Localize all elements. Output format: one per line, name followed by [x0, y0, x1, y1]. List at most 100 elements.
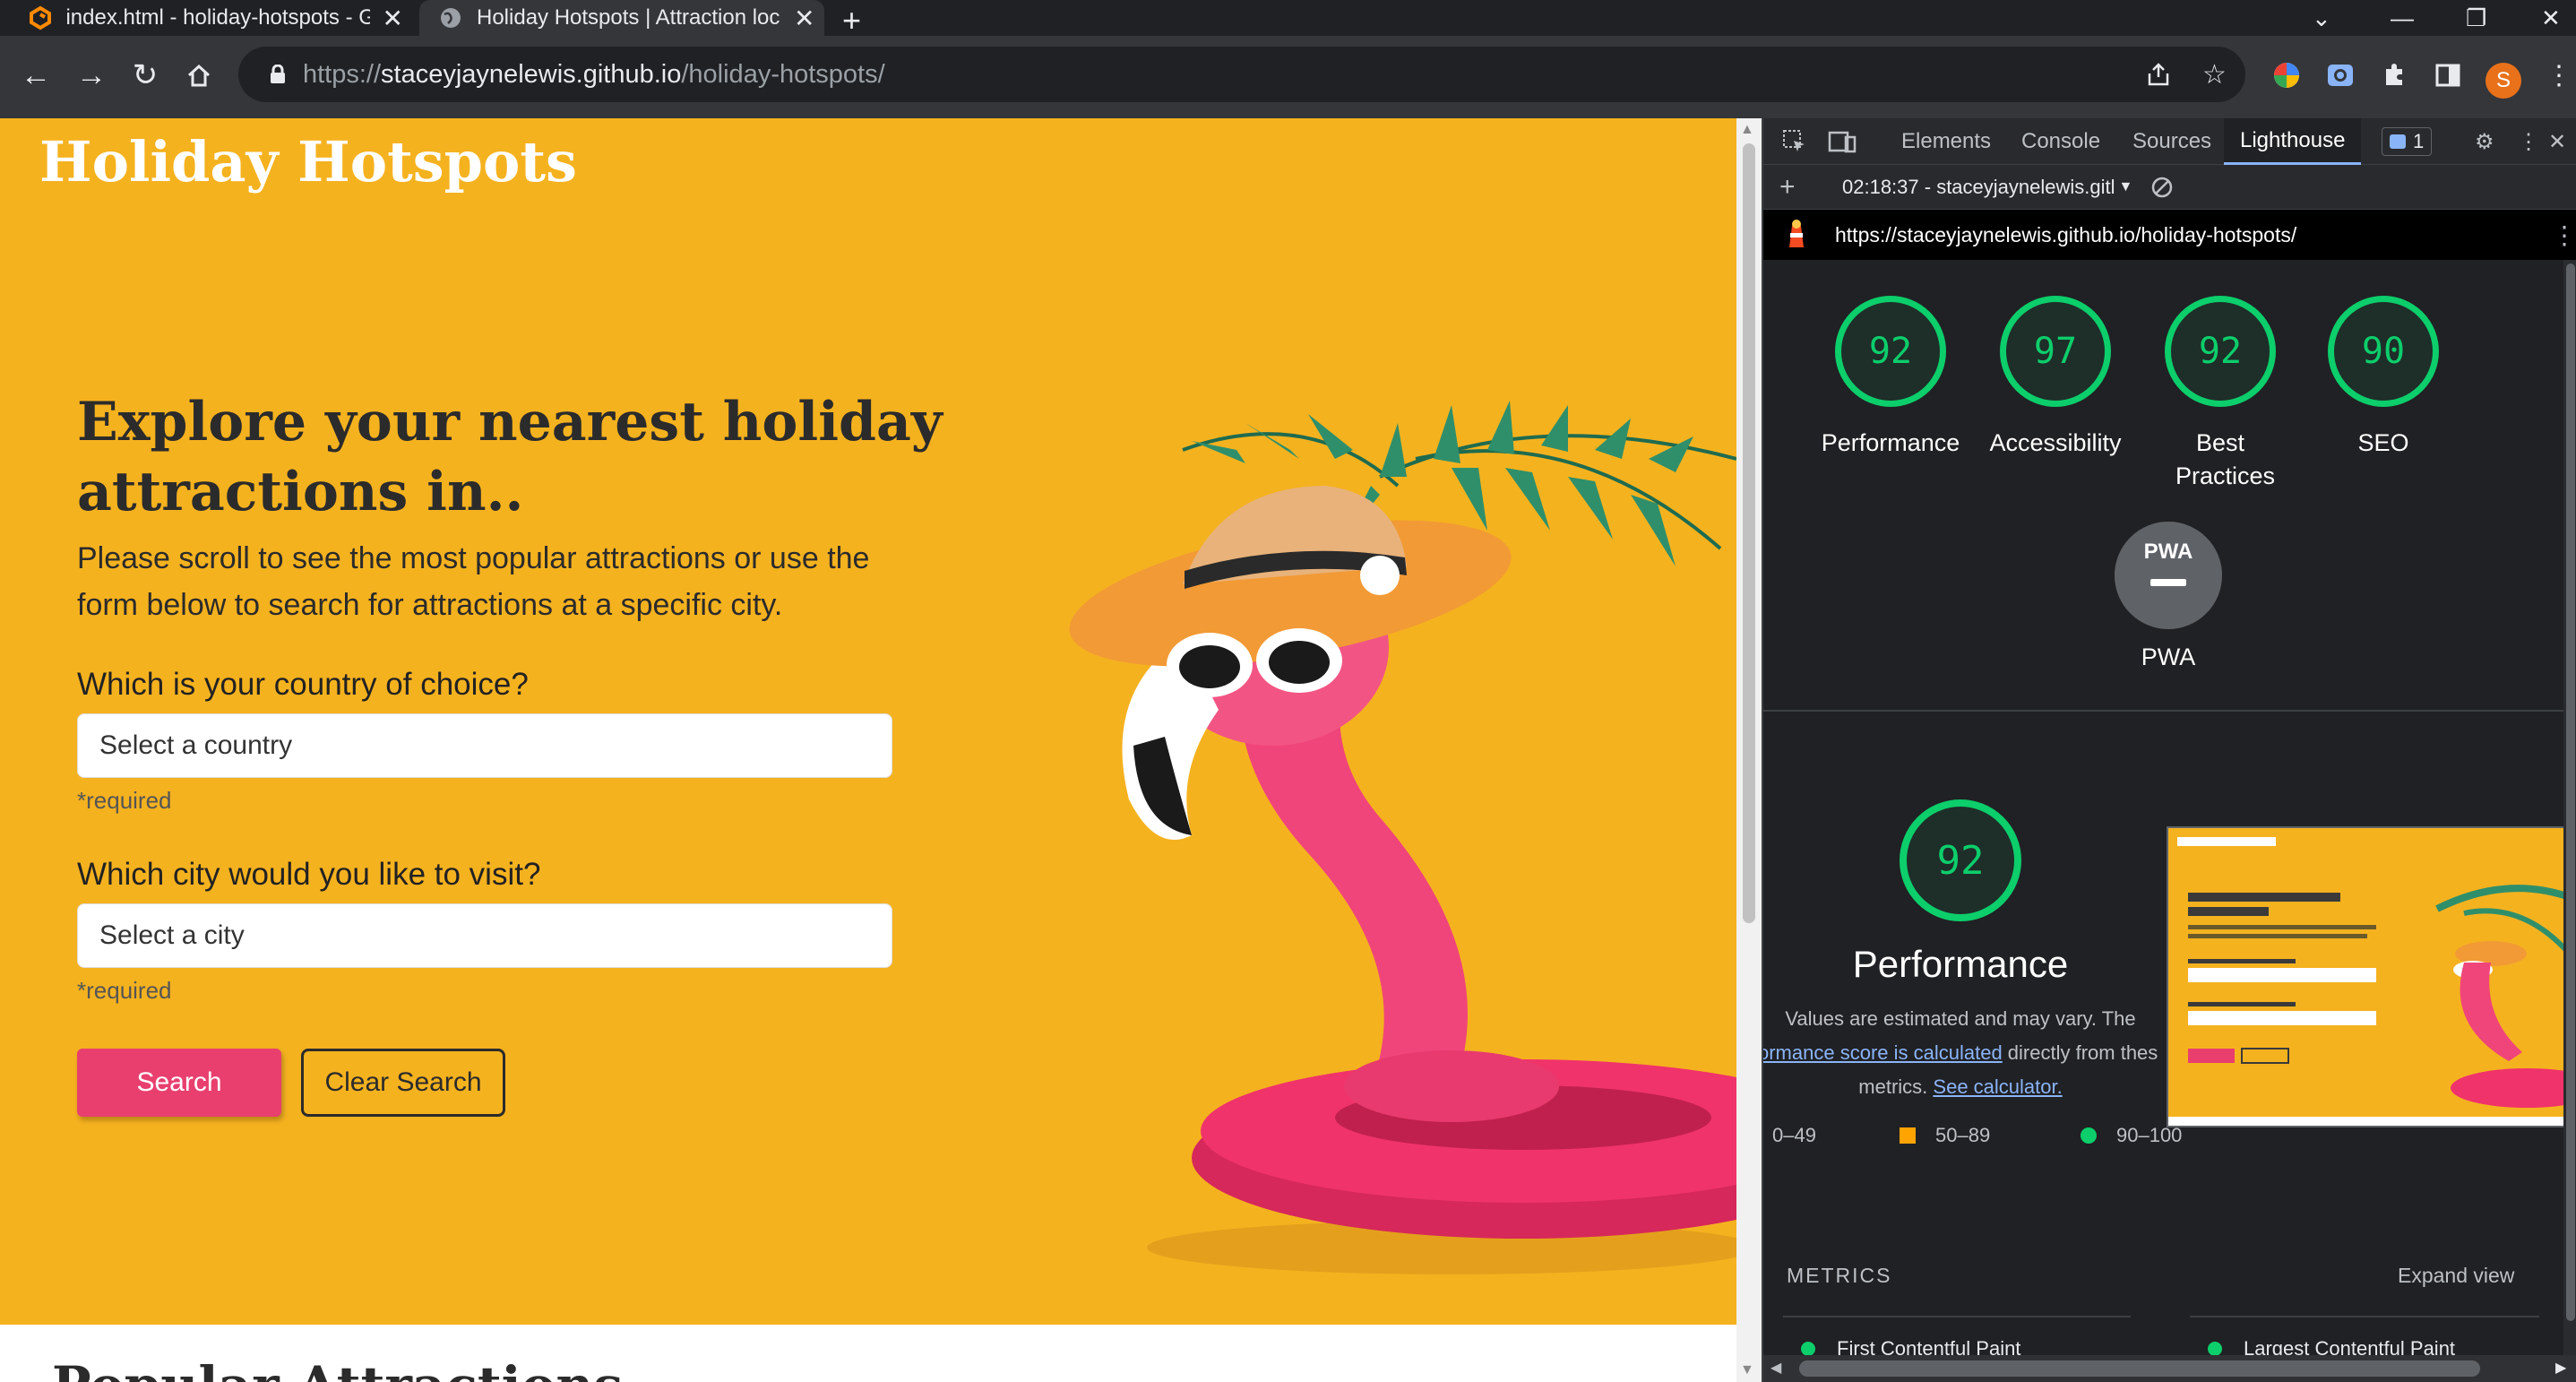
screenshot-preview-image [2168, 828, 2573, 1126]
clear-search-button[interactable]: Clear Search [301, 1049, 505, 1117]
color-extension-icon[interactable] [2267, 56, 2306, 95]
performance-title: Performance [1852, 943, 2069, 985]
search-button[interactable]: Search [77, 1049, 281, 1117]
scroll-up-icon[interactable]: ▲ [1740, 122, 1754, 138]
hero-intro: Please scroll to see the most popular at… [77, 541, 870, 622]
side-panel-icon[interactable] [2428, 56, 2468, 95]
lighthouse-logo-icon [1783, 219, 1810, 255]
report-menu-icon[interactable]: ⋮ [2552, 220, 2576, 250]
clear-reports-icon[interactable] [2150, 165, 2174, 210]
city-select[interactable]: Select a city [77, 903, 892, 968]
new-report-icon[interactable]: + [1779, 165, 1796, 210]
tab-sources[interactable]: Sources [2132, 118, 2211, 165]
dropdown-arrow-icon: ▼ [2118, 179, 2133, 194]
horizontal-scrollbar-thumb[interactable] [1799, 1360, 2480, 1377]
scroll-left-icon[interactable]: ◀ [1770, 1359, 1781, 1377]
close-devtools-icon[interactable]: ✕ [2548, 118, 2566, 165]
close-tab-icon[interactable]: ✕ [794, 4, 814, 33]
scroll-right-icon[interactable]: ▶ [2555, 1359, 2566, 1377]
gauge-seo[interactable]: 90 SEO [2312, 296, 2455, 460]
back-icon[interactable]: ← [16, 56, 56, 95]
legend-fail: 0–49 [1772, 1124, 1816, 1147]
url-text: https://staceyjaynelewis.github.io/holid… [303, 59, 885, 89]
country-select[interactable]: Select a country [77, 713, 892, 778]
see-calculator-link[interactable]: See calculator. [1933, 1075, 2062, 1098]
gauge-performance[interactable]: 92 Performance [1819, 296, 1962, 460]
pass-dot-icon [1801, 1342, 1815, 1356]
inspect-element-icon[interactable] [1781, 118, 1808, 165]
tab-title: Holiday Hotspots | Attraction loc [477, 5, 780, 30]
lighthouse-report-header: https://staceyjaynelewis.github.io/holid… [1763, 210, 2576, 260]
country-select-value: Select a country [99, 730, 293, 760]
address-bar[interactable]: https://staceyjaynelewis.github.io/holid… [238, 47, 2245, 102]
device-toolbar-icon[interactable] [1828, 118, 1857, 165]
page-scrollbar-thumb[interactable] [1743, 143, 1755, 923]
devtools-scrollbar-thumb[interactable] [2566, 263, 2575, 1321]
screen-capture-icon[interactable] [2321, 56, 2360, 95]
message-icon [2390, 134, 2406, 149]
score-ring: 90 [2328, 296, 2439, 407]
extensions-puzzle-icon[interactable] [2374, 56, 2414, 95]
report-url-link[interactable]: https://staceyjaynelewis.github.io/holid… [1835, 223, 2296, 247]
bookmark-star-icon[interactable]: ☆ [2202, 47, 2227, 102]
page-scrollbar[interactable]: ▲ ▼ [1736, 118, 1762, 1382]
gauge-accessibility[interactable]: 97 Accessibility [1984, 296, 2127, 460]
scroll-down-icon[interactable]: ▼ [1740, 1362, 1754, 1378]
issues-badge[interactable]: 1 [2382, 118, 2433, 165]
chrome-menu-icon[interactable]: ⋮ [2539, 56, 2576, 95]
city-required-note: *required [77, 977, 172, 1004]
divider [2190, 1316, 2539, 1317]
tab-holiday-hotspots[interactable]: Holiday Hotspots | Attraction loc ✕ [419, 0, 824, 36]
square-icon [1900, 1127, 1916, 1144]
hero-heading: Explore your nearest holiday attractions… [77, 391, 943, 523]
devtools-scrollbar[interactable] [2563, 260, 2576, 1355]
city-label: Which city would you like to visit? [77, 857, 541, 892]
country-label: Which is your country of choice? [77, 667, 529, 702]
forward-icon[interactable]: → [72, 56, 111, 95]
devtools-horizontal-scrollbar[interactable]: ◀ ▶ [1763, 1355, 2576, 1382]
tab-console[interactable]: Console [2021, 118, 2100, 165]
pwa-badge-text: PWA [2143, 540, 2193, 564]
profile-avatar[interactable]: S [2486, 63, 2521, 99]
home-icon[interactable] [179, 56, 219, 95]
gauge-label: Accessibility [1989, 429, 2122, 456]
devtools-tab-bar: Elements Console Sources Lighthouse 1 ⚙ … [1763, 118, 2576, 165]
score-ring: 92 [1835, 296, 1946, 407]
metrics-heading: METRICS [1787, 1264, 1892, 1287]
gauge-label: SEO [2357, 429, 2409, 456]
popular-attractions-heading: Popular Attractions [52, 1355, 623, 1382]
lock-icon[interactable] [260, 65, 296, 84]
pwa-dash-icon [2150, 579, 2186, 586]
final-screenshot-thumbnail[interactable] [2167, 826, 2575, 1127]
performance-score-gauge: 92 [1900, 799, 2021, 921]
restore-icon[interactable]: ❐ [2466, 0, 2486, 36]
report-selector[interactable]: 02:18:37 - staceyjaynelewis.gitl ▼ [1842, 165, 2132, 210]
close-window-icon[interactable]: ✕ [2541, 0, 2561, 36]
devtools-menu-icon[interactable]: ⋮ [2518, 118, 2539, 165]
city-select-value: Select a city [99, 920, 245, 950]
pwa-label: PWA [2141, 643, 2196, 670]
share-icon[interactable] [2145, 47, 2172, 102]
gauge-best-practices[interactable]: 92 Best Practices [2149, 296, 2292, 493]
reload-icon[interactable]: ↻ [125, 56, 165, 95]
tab-search-icon[interactable]: ⌄ [2312, 0, 2331, 36]
score-calculated-link[interactable]: ormance score is calculated [1763, 1041, 2003, 1064]
globe-icon [437, 4, 464, 31]
close-tab-icon[interactable]: ✕ [383, 4, 403, 33]
minimize-icon[interactable]: — [2391, 0, 2414, 36]
divider [1783, 1316, 2131, 1317]
gauge-label: Performance [1821, 429, 1960, 456]
issues-count: 1 [2413, 130, 2425, 152]
gauge-label: Best Practices [2175, 429, 2276, 489]
expand-view-toggle[interactable]: Expand view [2398, 1264, 2514, 1288]
pwa-badge[interactable]: PWA [2115, 522, 2222, 629]
new-tab-icon[interactable]: + [842, 2, 861, 39]
tab-lighthouse[interactable]: Lighthouse [2224, 118, 2362, 165]
legend-range: 0–49 [1772, 1124, 1816, 1146]
site-brand[interactable]: Holiday Hotspots [39, 129, 577, 194]
settings-gear-icon[interactable]: ⚙ [2475, 118, 2494, 165]
lighthouse-subbar: + 02:18:37 - staceyjaynelewis.gitl ▼ [1763, 165, 2576, 210]
score-ring: 92 [2165, 296, 2276, 407]
tab-elements[interactable]: Elements [1901, 118, 1991, 165]
tab-index-html[interactable]: index.html - holiday-hotspots - G ✕ [27, 0, 403, 36]
